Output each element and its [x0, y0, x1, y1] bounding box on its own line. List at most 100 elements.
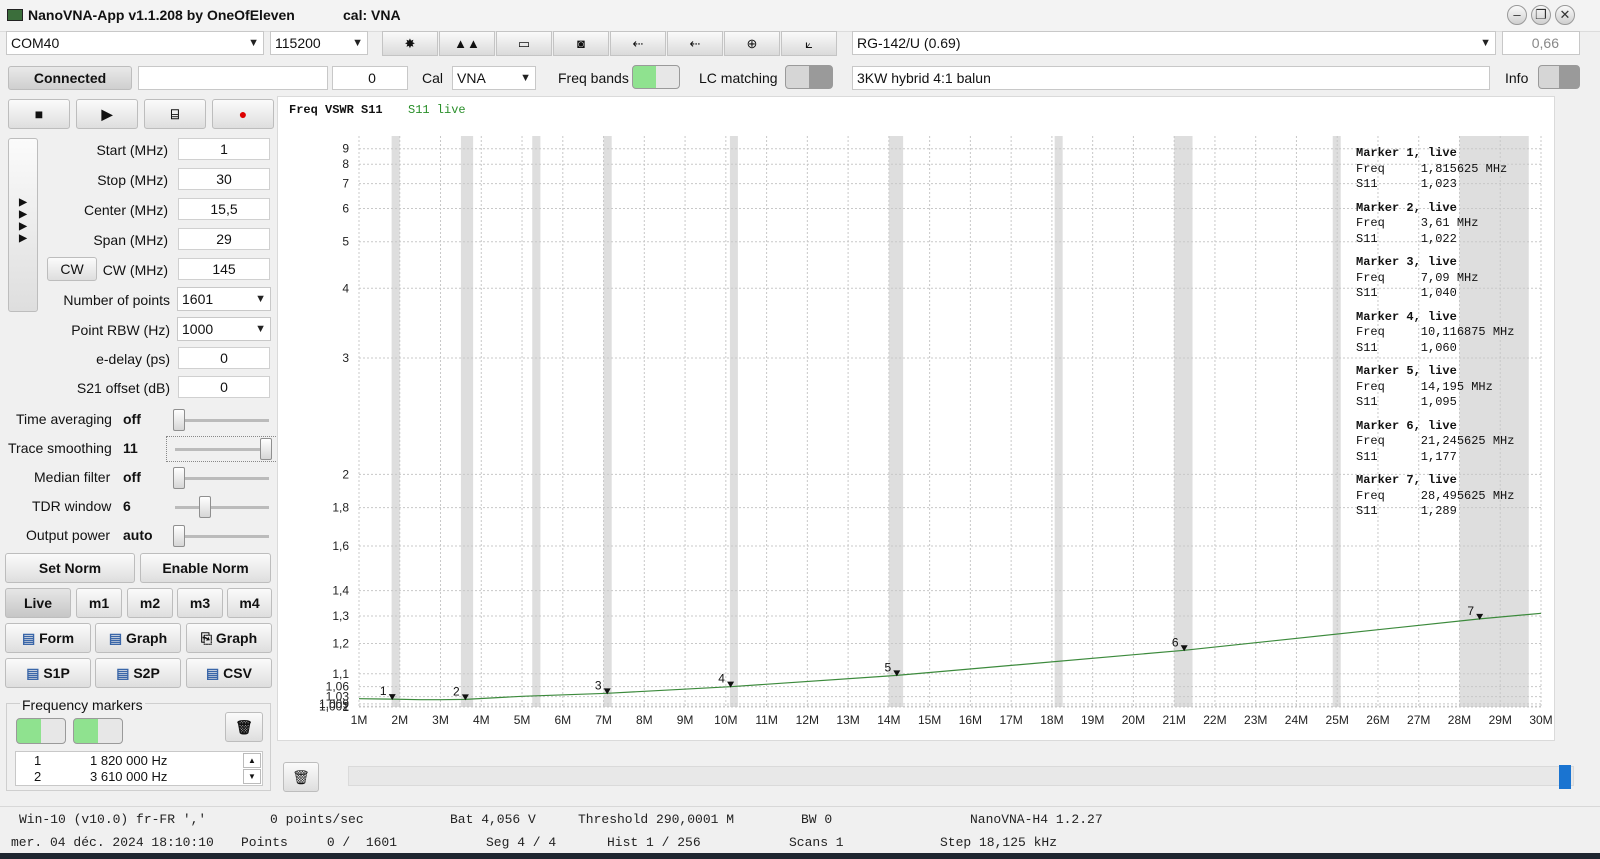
x-tick-label: 25M: [1326, 713, 1349, 727]
scroll-down-icon[interactable]: ▼: [243, 769, 261, 784]
marker-toggle-2[interactable]: [73, 718, 123, 744]
smooth-slider-handle[interactable]: [260, 438, 272, 460]
taskbar-edge: [0, 853, 1600, 859]
span-input[interactable]: 29: [178, 228, 270, 250]
save-icon: ▤: [21, 630, 36, 646]
velocity-input[interactable]: 0,66: [1502, 31, 1580, 55]
x-tick-label: 11M: [755, 713, 777, 727]
power-slider-track[interactable]: [175, 535, 269, 538]
m4-button[interactable]: m4: [227, 588, 272, 618]
save-csv-button[interactable]: ▤ CSV: [186, 658, 272, 688]
median-label: Median filter: [34, 469, 111, 485]
csv-label: CSV: [223, 665, 252, 681]
points-select[interactable]: 1601 ▼: [177, 287, 271, 311]
status-os: Win-10 (v10.0) fr-FR ',': [19, 812, 207, 827]
m1-button[interactable]: m1: [76, 588, 122, 618]
info-toggle[interactable]: [1538, 65, 1580, 89]
chart-title: Freq VSWR S11: [289, 103, 383, 117]
cw-input[interactable]: 145: [178, 258, 270, 280]
median-slider-track[interactable]: [175, 477, 269, 480]
avg-value: off: [123, 411, 141, 427]
history-scrollbar[interactable]: [348, 765, 1574, 789]
marker-list[interactable]: 1 1 820 000 Hz 2 3 610 000 Hz ▲ ▼: [15, 751, 263, 786]
save-icon: ▤: [26, 665, 40, 681]
clear-trace-button[interactable]: 🗑: [283, 762, 319, 792]
settings-button[interactable]: ✸: [382, 31, 438, 56]
status-battery: Bat 4,056 V: [450, 812, 536, 827]
enable-norm-button[interactable]: Enable Norm: [140, 553, 271, 583]
signal-button[interactable]: ▲▲: [439, 31, 495, 56]
save-s2p-button[interactable]: ▤ S2P: [95, 658, 181, 688]
power-slider-handle[interactable]: [173, 525, 185, 547]
usb-disconnect-button[interactable]: ⇠: [667, 31, 723, 56]
y-tick-label: 1,1: [332, 667, 349, 681]
rbw-select[interactable]: 1000 ▼: [177, 317, 271, 341]
m2-button[interactable]: m2: [127, 588, 173, 618]
screenshot-button[interactable]: ◙: [553, 31, 609, 56]
m3-button[interactable]: m3: [177, 588, 223, 618]
minimize-button[interactable]: –: [1507, 5, 1527, 25]
marker-info-freq: Freq 7,09 MHz: [1356, 270, 1479, 285]
delete-marker-button[interactable]: 🗑: [225, 712, 263, 742]
start-label: Start (MHz): [96, 142, 168, 158]
stop-input[interactable]: 30: [178, 168, 270, 190]
copy-graph-button[interactable]: ⎘ Graph: [186, 623, 272, 653]
single-sweep-button[interactable]: ⌸: [144, 99, 206, 129]
cable-select[interactable]: RG-142/U (0.69) ▼: [852, 31, 1496, 55]
s21-input[interactable]: 0: [178, 376, 270, 398]
x-tick-label: 5M: [514, 713, 531, 727]
note-input[interactable]: 3KW hybrid 4:1 balun: [852, 66, 1490, 90]
marker-info-block: Marker 4, live Freq 10,116875 MHz S11 1,06…: [1356, 310, 1546, 357]
save-form-button[interactable]: ▤ Form: [5, 623, 91, 653]
battery-button[interactable]: ▭: [496, 31, 552, 56]
x-tick-label: 16M: [959, 713, 982, 727]
start-input[interactable]: 1: [178, 138, 270, 160]
x-tick-label: 30M: [1529, 713, 1552, 727]
x-tick-label: 23M: [1244, 713, 1267, 727]
connected-button[interactable]: Connected: [8, 66, 132, 90]
record-button[interactable]: ●: [212, 99, 274, 129]
stop-button[interactable]: ■: [8, 99, 70, 129]
scroll-up-icon[interactable]: ▲: [243, 753, 261, 768]
marker-info-block: Marker 1, live Freq 1,815625 MHz S11 1,023: [1356, 146, 1546, 193]
marker-toggle-1[interactable]: [16, 718, 66, 744]
marker-info-title: Marker 2, live: [1356, 200, 1457, 215]
baud-select[interactable]: 115200 ▼: [270, 31, 368, 55]
live-button[interactable]: Live: [5, 588, 71, 618]
median-slider-handle[interactable]: [173, 467, 185, 489]
marker-info-title: Marker 6, live: [1356, 418, 1457, 433]
chart-live-label: S11 live: [408, 103, 466, 117]
marker-info-freq: Freq 14,195 MHz: [1356, 379, 1493, 394]
freq-bands-toggle[interactable]: [632, 65, 680, 89]
panel-collapse-handle[interactable]: ▶ ▶ ▶ ▶: [8, 138, 38, 312]
tdr-slider-handle[interactable]: [199, 496, 211, 518]
cw-button[interactable]: CW: [47, 257, 97, 281]
lc-matching-toggle[interactable]: [785, 65, 833, 89]
status-device: NanoVNA-H4 1.2.27: [970, 812, 1103, 827]
tdr-slider-track[interactable]: [175, 506, 269, 509]
status-hist: Hist 1 / 256: [607, 835, 701, 850]
avg-slider-track[interactable]: [175, 419, 269, 422]
maximize-button[interactable]: ❐: [1531, 5, 1551, 25]
usb-button[interactable]: ⇠: [610, 31, 666, 56]
span-label: Span (MHz): [93, 232, 168, 248]
marker-info-title: Marker 3, live: [1356, 255, 1457, 269]
close-button[interactable]: ✕: [1555, 5, 1575, 25]
play-button[interactable]: ▶: [76, 99, 138, 129]
graph-button[interactable]: ⟀: [781, 31, 837, 56]
history-scrollbar-thumb[interactable]: [1559, 765, 1571, 789]
smooth-slider-track[interactable]: [175, 448, 269, 451]
cal-select[interactable]: VNA ▼: [452, 66, 536, 90]
chevron-down-icon: ▼: [255, 293, 266, 305]
y-tick-label: 7: [342, 177, 349, 191]
marker-info-s11: S11 1,095: [1356, 395, 1457, 409]
avg-slider-handle[interactable]: [173, 409, 185, 431]
center-input[interactable]: 15,5: [178, 198, 270, 220]
port-select[interactable]: COM40 ▼: [6, 31, 264, 55]
save-s1p-button[interactable]: ▤ S1P: [5, 658, 91, 688]
avg-label: Time averaging: [16, 411, 112, 427]
set-norm-button[interactable]: Set Norm: [5, 553, 135, 583]
smith-chart-button[interactable]: ⊕: [724, 31, 780, 56]
save-graph-button[interactable]: ▤ Graph: [95, 623, 181, 653]
edelay-input[interactable]: 0: [178, 347, 270, 369]
